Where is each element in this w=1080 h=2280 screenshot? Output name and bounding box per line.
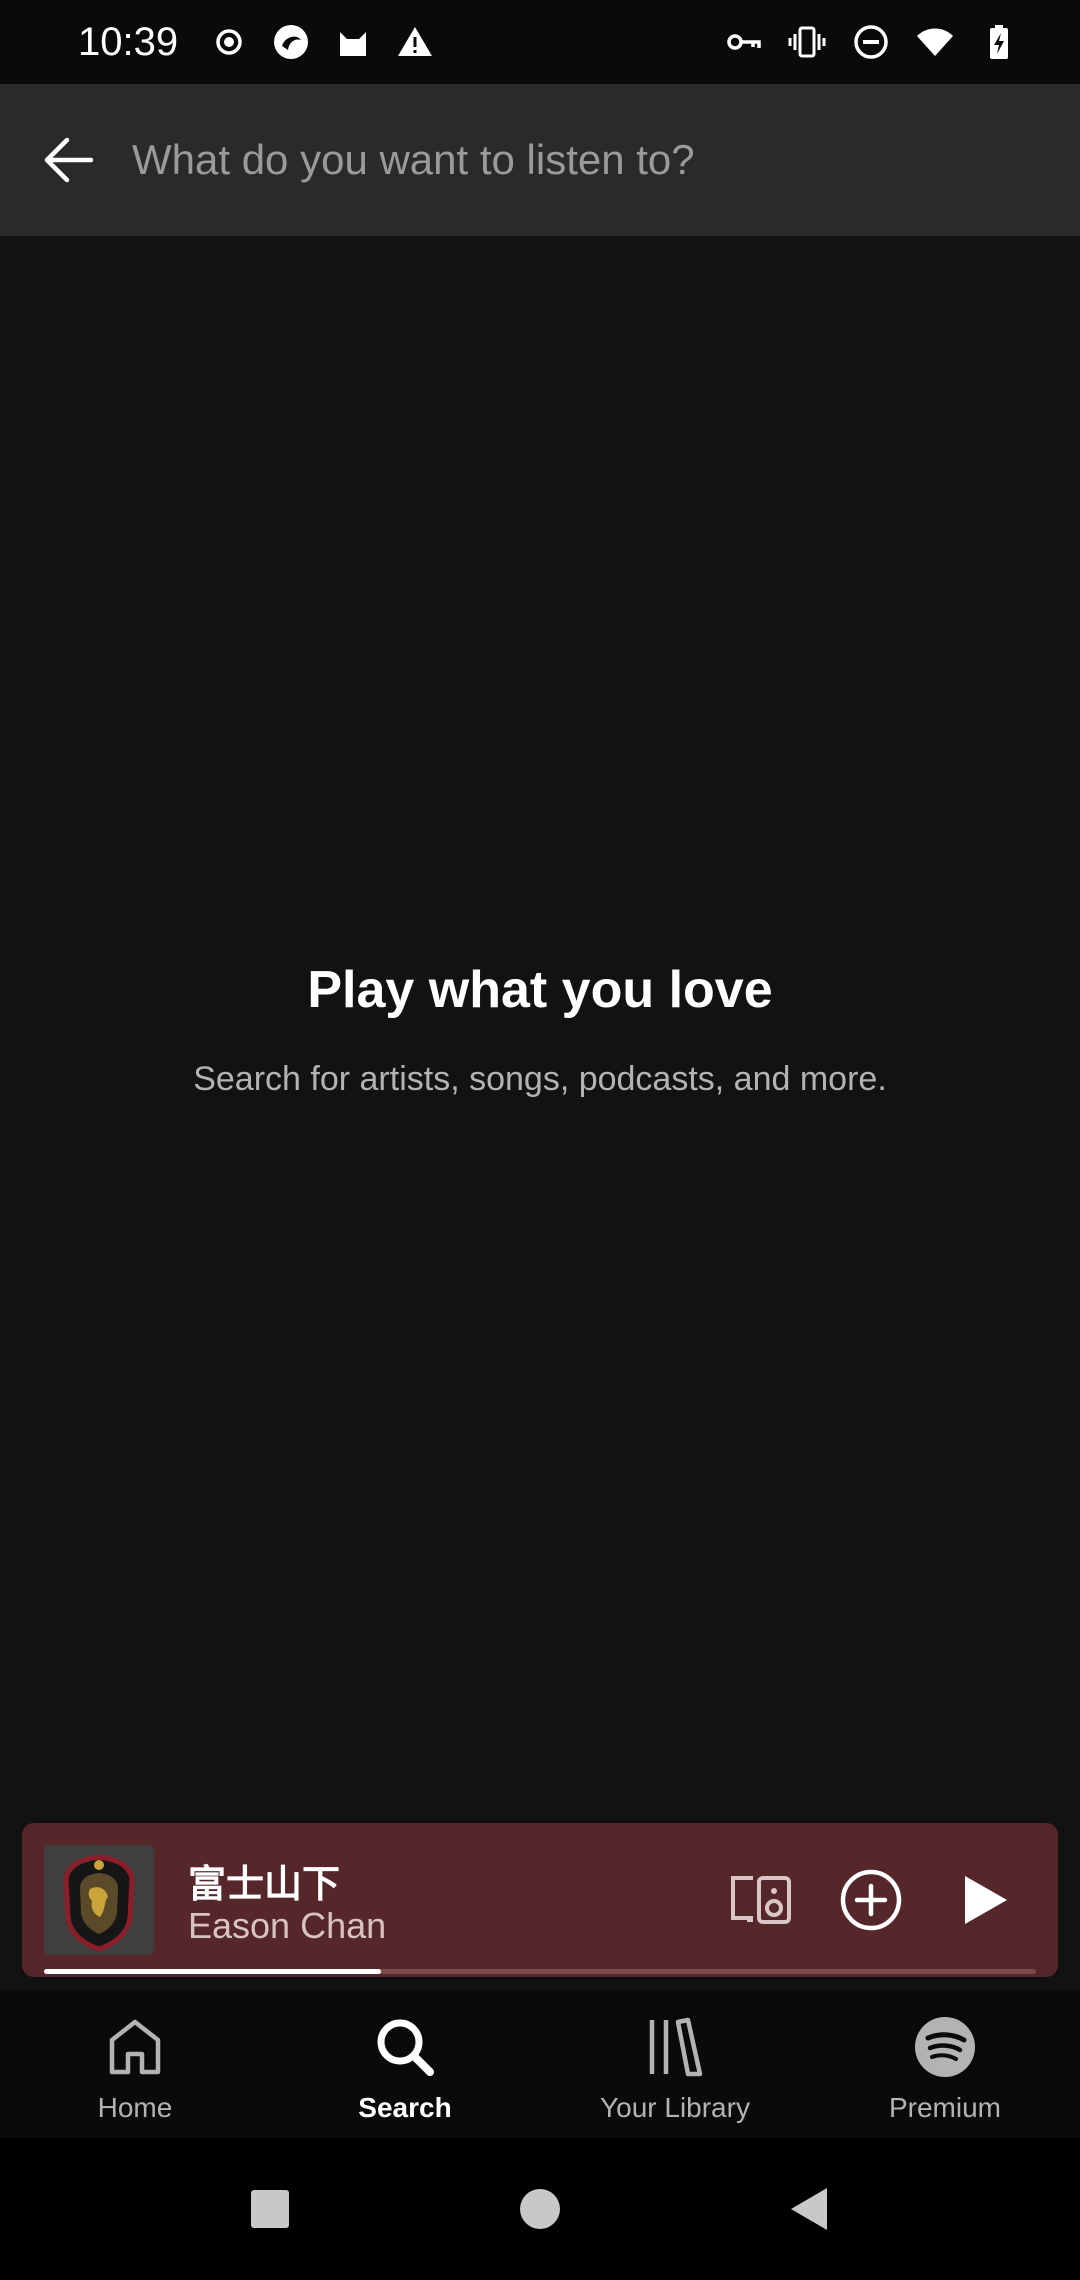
nav-label-library: Your Library xyxy=(600,2092,750,2123)
track-artist: Eason Chan xyxy=(188,1905,387,1946)
status-bar: 10:39 xyxy=(0,0,1080,84)
system-status-icons xyxy=(722,21,1020,63)
empty-state: Play what you love Search for artists, s… xyxy=(0,960,1080,1099)
playback-progress-bar xyxy=(44,1969,1036,1974)
system-navigation-bar xyxy=(0,2138,1080,2280)
circle-icon xyxy=(520,2189,560,2229)
empty-state-title: Play what you love xyxy=(307,961,773,1019)
back-nav-button[interactable] xyxy=(780,2179,840,2239)
triangle-back-icon xyxy=(791,2188,827,2230)
library-icon xyxy=(642,2014,708,2080)
play-button[interactable] xyxy=(938,1855,1028,1945)
home-icon xyxy=(102,2014,168,2080)
notification-icons xyxy=(208,21,436,63)
record-icon xyxy=(208,21,250,63)
add-to-library-button[interactable] xyxy=(826,1855,916,1945)
playback-progress-fill xyxy=(44,1969,382,1974)
add-circle-icon xyxy=(840,1869,902,1931)
app-icon xyxy=(270,21,312,63)
nav-item-library[interactable]: Your Library xyxy=(540,1990,810,2138)
arrow-left-icon xyxy=(44,137,94,183)
mini-player[interactable]: 富士山下 Eason Chan xyxy=(22,1823,1058,1977)
album-art xyxy=(44,1845,154,1955)
wifi-icon xyxy=(914,21,956,63)
vibrate-icon xyxy=(786,21,828,63)
warning-icon xyxy=(394,21,436,63)
nav-item-premium[interactable]: Premium xyxy=(810,1990,1080,2138)
connect-devices-button[interactable] xyxy=(716,1855,806,1945)
devices-icon xyxy=(731,1876,791,1924)
square-icon xyxy=(251,2190,289,2228)
bottom-navigation: Home Search Your Library Premium xyxy=(0,1990,1080,2138)
nav-item-search[interactable]: Search xyxy=(270,1990,540,2138)
nav-label-home: Home xyxy=(97,2092,173,2123)
nav-item-home[interactable]: Home xyxy=(0,1990,270,2138)
battery-charging-icon xyxy=(978,21,1020,63)
search-input[interactable] xyxy=(132,110,1040,210)
cat-icon xyxy=(332,21,374,63)
status-time: 10:39 xyxy=(78,19,179,64)
empty-state-subtitle: Search for artists, songs, podcasts, and… xyxy=(193,1060,887,1098)
nav-label-search: Search xyxy=(358,2092,452,2123)
recents-button[interactable] xyxy=(240,2179,300,2239)
do-not-disturb-icon xyxy=(850,21,892,63)
search-icon xyxy=(372,2014,438,2080)
search-header xyxy=(0,84,1080,236)
spotify-search-screen: 10:39 What do you want to listen to? Pla… xyxy=(0,0,1080,2280)
home-button[interactable] xyxy=(510,2179,570,2239)
play-icon xyxy=(965,1876,1007,1924)
back-button[interactable] xyxy=(22,114,114,206)
spotify-logo-icon xyxy=(912,2014,978,2080)
track-title: 富士山下 xyxy=(188,1862,341,1906)
key-icon xyxy=(722,21,764,63)
nav-label-premium: Premium xyxy=(888,2092,1001,2123)
